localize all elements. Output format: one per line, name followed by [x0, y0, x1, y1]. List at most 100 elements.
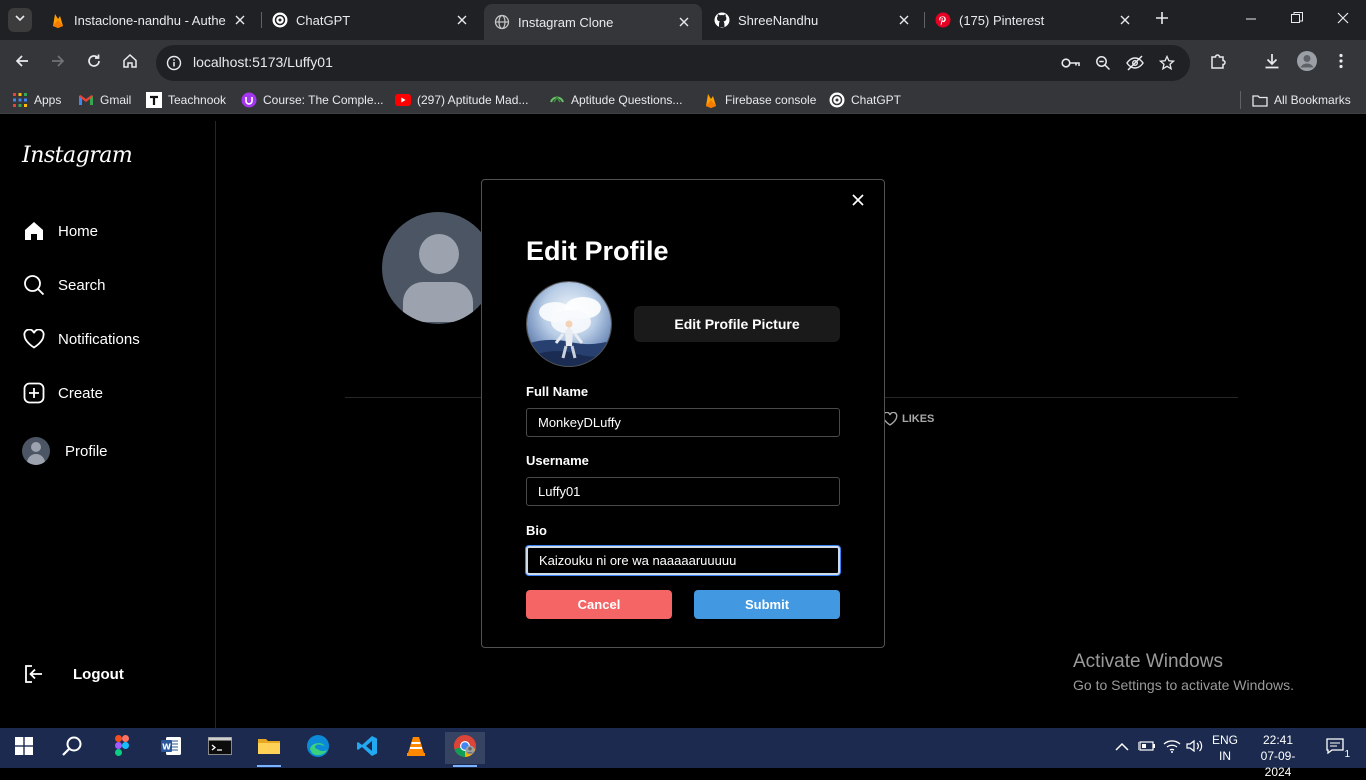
bio-field[interactable]: Kaizouku ni ore wa naaaaaruuuuu — [526, 546, 840, 575]
downloads-button[interactable] — [1256, 47, 1288, 79]
instagram-logo[interactable]: Instagram — [22, 143, 133, 168]
site-info-icon[interactable] — [162, 51, 186, 75]
logout-button[interactable]: Logout — [22, 659, 124, 689]
show-hidden-icons-button[interactable] — [1112, 738, 1132, 758]
chevron-up-icon — [1115, 739, 1129, 757]
close-tab-icon[interactable] — [676, 14, 692, 30]
username-field[interactable]: Luffy01 — [526, 477, 840, 506]
bookmark-teachnook[interactable]: Teachnook — [146, 91, 226, 109]
menu-button[interactable] — [1325, 47, 1357, 79]
tab-instaclone-auth[interactable]: Instaclone-nandhu - Authen — [40, 4, 258, 36]
edge-icon — [306, 734, 330, 763]
firebase-icon — [703, 92, 719, 108]
taskbar-figma[interactable] — [102, 732, 142, 764]
tab-strip: Instaclone-nandhu - Authen ChatGPT Insta… — [0, 0, 1366, 40]
github-icon — [714, 12, 730, 28]
tab-github[interactable]: ShreeNandhu — [704, 4, 922, 36]
watermark-line-2: Go to Settings to activate Windows. — [1073, 677, 1294, 693]
sidebar-item-search[interactable]: Search — [22, 270, 106, 300]
sidebar-item-label: Profile — [65, 442, 108, 460]
taskbar-vscode[interactable] — [347, 732, 387, 764]
start-button[interactable] — [4, 732, 44, 764]
zoom-icon[interactable] — [1091, 51, 1115, 75]
sidebar-item-create[interactable]: Create — [22, 378, 103, 408]
teachnook-icon — [146, 92, 162, 108]
bookmark-apps[interactable]: Apps — [12, 91, 61, 109]
close-tab-icon[interactable] — [232, 12, 248, 28]
url-text[interactable]: localhost:5173/Luffy01 — [193, 54, 333, 70]
address-bar[interactable]: localhost:5173/Luffy01 — [156, 45, 1190, 81]
language-indicator[interactable]: ENG IN — [1212, 732, 1238, 764]
taskbar-file-explorer[interactable] — [249, 732, 289, 767]
tab-likes[interactable]: LIKES — [882, 411, 934, 427]
notification-center-button[interactable]: 1 — [1320, 736, 1350, 760]
close-tab-icon[interactable] — [454, 12, 470, 28]
home-button[interactable] — [114, 47, 146, 79]
close-tab-icon[interactable] — [1117, 12, 1133, 28]
submit-button[interactable]: Submit — [694, 590, 840, 619]
close-window-button[interactable] — [1320, 0, 1366, 40]
taskbar-vlc[interactable] — [396, 732, 436, 764]
network-button[interactable] — [1162, 738, 1182, 758]
eye-slash-icon[interactable] — [1123, 51, 1147, 75]
bookmark-aptitude[interactable]: Aptitude Questions... — [549, 91, 682, 109]
reload-button[interactable] — [78, 47, 110, 79]
extensions-button[interactable] — [1202, 47, 1234, 79]
chatgpt-icon — [272, 12, 288, 28]
close-tab-icon[interactable] — [896, 12, 912, 28]
apps-grid-icon — [12, 92, 28, 108]
close-icon — [1337, 11, 1349, 29]
tab-instagram-clone[interactable]: Instagram Clone — [484, 4, 702, 40]
full-name-field[interactable]: MonkeyDLuffy — [526, 408, 840, 437]
username-label: Username — [526, 453, 589, 468]
battery-icon — [1137, 739, 1156, 757]
modal-close-button[interactable] — [848, 192, 868, 212]
profile-button[interactable] — [1291, 47, 1323, 79]
bookmark-firebase-console[interactable]: Firebase console — [703, 91, 816, 109]
system-clock[interactable]: 22:41 07-09-2024 — [1248, 732, 1308, 780]
home-icon — [22, 219, 46, 243]
search-icon — [22, 273, 46, 297]
new-tab-button[interactable] — [1150, 8, 1174, 32]
restore-button[interactable] — [1274, 0, 1320, 40]
all-bookmarks[interactable]: All Bookmarks — [1252, 91, 1351, 109]
battery-button[interactable] — [1137, 738, 1157, 758]
edit-profile-picture-button[interactable]: Edit Profile Picture — [634, 306, 840, 342]
language-code: ENG — [1212, 733, 1239, 747]
key-icon[interactable] — [1059, 51, 1083, 75]
bookmark-gmail[interactable]: Gmail — [78, 91, 131, 109]
back-button[interactable] — [6, 47, 38, 79]
minimize-button[interactable] — [1228, 0, 1274, 40]
aptitude-icon — [549, 92, 565, 108]
sidebar-item-profile[interactable]: Profile — [22, 436, 108, 466]
taskbar-edge[interactable] — [298, 732, 338, 764]
bookmark-label: Teachnook — [168, 93, 227, 107]
taskbar-word[interactable]: W — [151, 732, 191, 764]
home-icon — [122, 53, 138, 74]
cancel-button[interactable]: Cancel — [526, 590, 672, 619]
taskbar-search-button[interactable] — [52, 732, 92, 764]
chevron-down-icon — [14, 11, 26, 29]
tab-pinterest[interactable]: (175) Pinterest — [925, 4, 1143, 36]
taskbar-chrome[interactable] — [445, 732, 485, 767]
puzzle-icon — [1209, 52, 1227, 75]
youtube-icon — [395, 92, 411, 108]
vlc-icon — [405, 735, 427, 762]
tab-chatgpt[interactable]: ChatGPT — [262, 4, 480, 36]
search-icon — [61, 735, 83, 762]
tab-search-button[interactable] — [8, 8, 32, 32]
bookmark-label: (297) Aptitude Mad... — [417, 93, 529, 107]
star-icon[interactable] — [1155, 51, 1179, 75]
bookmark-label: Aptitude Questions... — [571, 93, 683, 107]
sidebar-item-home[interactable]: Home — [22, 216, 98, 246]
taskbar-terminal[interactable] — [200, 732, 240, 764]
restore-icon — [1291, 11, 1303, 29]
minimize-icon — [1246, 11, 1256, 29]
forward-button[interactable] — [42, 47, 74, 79]
bookmark-course[interactable]: Course: The Comple... — [241, 91, 384, 109]
sidebar-item-notifications[interactable]: Notifications — [22, 324, 140, 354]
plus-icon — [1155, 11, 1169, 30]
bookmark-youtube[interactable]: (297) Aptitude Mad... — [395, 91, 528, 109]
volume-button[interactable] — [1185, 738, 1205, 758]
bookmark-chatgpt[interactable]: ChatGPT — [829, 91, 901, 109]
